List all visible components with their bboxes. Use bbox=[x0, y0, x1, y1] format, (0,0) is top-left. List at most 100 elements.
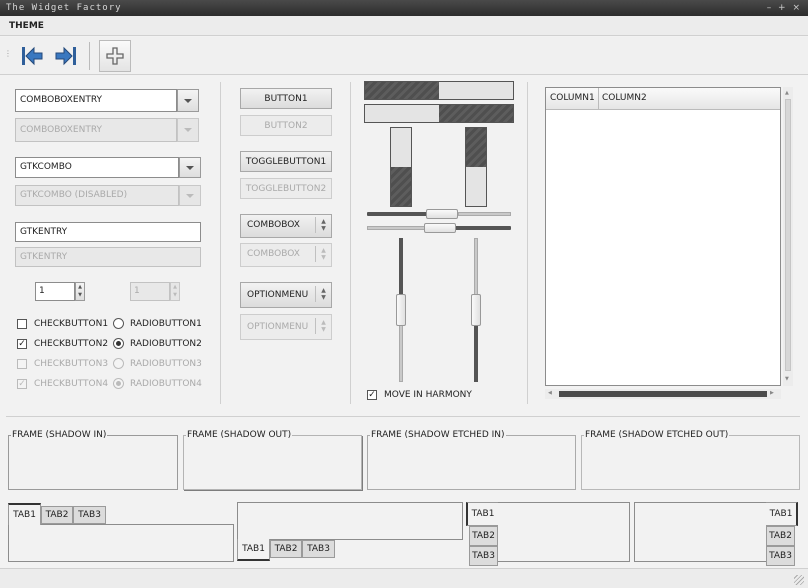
checkbutton3-box bbox=[17, 359, 27, 369]
frame-shadow-out-label: FRAME (SHADOW OUT) bbox=[186, 430, 293, 441]
combobox-label: COMBOBOX bbox=[247, 220, 300, 230]
toolbar-grip[interactable]: ⋮ bbox=[4, 50, 12, 60]
frame-shadow-etched-in-label: FRAME (SHADOW ETCHED IN) bbox=[370, 430, 506, 441]
menu-theme[interactable]: THEME bbox=[9, 20, 44, 32]
frame-shadow-in: FRAME (SHADOW IN) bbox=[8, 430, 178, 490]
toolbar-separator bbox=[89, 42, 90, 70]
chevron-down-icon bbox=[186, 165, 194, 170]
optionmenu[interactable]: OPTIONMENU ▲ ▼ bbox=[240, 282, 332, 308]
notebook-left-tab2[interactable]: TAB2 bbox=[469, 526, 498, 546]
checkbutton3-label: CHECKBUTTON3 bbox=[34, 359, 109, 369]
move-in-harmony-checkbox[interactable]: ✓ bbox=[367, 390, 377, 400]
radiobutton3 bbox=[113, 358, 124, 369]
vscale2-track bbox=[474, 238, 478, 295]
tree-vertical-scrollbar[interactable]: ▲ ▼ bbox=[783, 87, 793, 386]
progress-bar-horizontal-2 bbox=[364, 104, 514, 123]
statusbar bbox=[0, 568, 808, 588]
spin-disabled-input: 1 bbox=[130, 282, 170, 301]
notebook-left-tab3[interactable]: TAB3 bbox=[469, 546, 498, 566]
notebook-bottom bbox=[237, 502, 463, 540]
comboboxentry-disabled-dropdown bbox=[177, 118, 199, 142]
move-in-harmony-label[interactable]: MOVE IN HARMONY bbox=[384, 389, 472, 401]
progress-bar-horizontal-1 bbox=[364, 81, 514, 100]
radio-selected-dot bbox=[116, 341, 121, 346]
optionmenu-disabled-label: OPTIONMENU bbox=[247, 322, 309, 332]
gtkentry-disabled-input: GTKENTRY bbox=[15, 247, 201, 267]
frame-shadow-etched-out: FRAME (SHADOW ETCHED OUT) bbox=[581, 430, 800, 490]
button1[interactable]: BUTTON1 bbox=[240, 88, 332, 109]
scroll-left-icon[interactable]: ◀ bbox=[548, 390, 552, 396]
notebook-top-tab2[interactable]: TAB2 bbox=[41, 506, 73, 524]
checkbutton1-label[interactable]: CHECKBUTTON1 bbox=[34, 318, 108, 330]
notebook-left-tab1[interactable]: TAB1 bbox=[466, 502, 498, 526]
notebook-top-tab1[interactable]: TAB1 bbox=[8, 503, 41, 525]
column2-header[interactable]: COLUMN2 bbox=[599, 88, 659, 109]
hscale1-track bbox=[458, 212, 511, 216]
comboboxentry-disabled-input: COMBOBOXENTRY bbox=[15, 118, 177, 142]
chevron-down-icon bbox=[184, 98, 192, 103]
gtkcombo-input[interactable]: GTKCOMBO bbox=[15, 157, 179, 178]
chevron-down-icon bbox=[186, 193, 194, 198]
combobox-disabled: COMBOBOX ▲ ▼ bbox=[240, 243, 332, 267]
updown-arrows-icon: ▲ ▼ bbox=[315, 318, 331, 334]
scrollbar-trough[interactable] bbox=[785, 99, 791, 371]
spin-stepper[interactable]: ▲ ▼ bbox=[75, 282, 85, 301]
comboboxentry-input[interactable]: COMBOBOXENTRY bbox=[15, 89, 177, 112]
gtkcombo-disabled-dropdown bbox=[179, 185, 201, 206]
go-first-button[interactable] bbox=[18, 42, 46, 70]
notebook-right-tab3[interactable]: TAB3 bbox=[766, 546, 795, 566]
tree-horizontal-scrollbar[interactable]: ◀ ▶ bbox=[545, 389, 781, 399]
progress-fill bbox=[466, 128, 486, 167]
scroll-up-icon[interactable]: ▲ bbox=[785, 90, 789, 96]
add-button[interactable] bbox=[99, 40, 131, 72]
notebook-bottom-tab1[interactable]: TAB1 bbox=[237, 539, 270, 561]
gtkcombo-disabled-input: GTKCOMBO (DISABLED) bbox=[15, 185, 179, 206]
notebook-top-tab3[interactable]: TAB3 bbox=[73, 506, 106, 524]
notebook-right-tab2[interactable]: TAB2 bbox=[766, 526, 795, 546]
vscale2-thumb[interactable] bbox=[471, 294, 481, 326]
notebook-bottom-tab3[interactable]: TAB3 bbox=[302, 540, 335, 558]
hscale1-track-filled bbox=[367, 212, 429, 216]
gtkcombo-dropdown-button[interactable] bbox=[179, 157, 201, 178]
notebook-bottom-tab2[interactable]: TAB2 bbox=[270, 540, 302, 558]
notebook-right-tab1[interactable]: TAB1 bbox=[766, 502, 798, 526]
radio-selected-dot bbox=[116, 381, 121, 386]
progress-bar-vertical-1 bbox=[390, 127, 412, 207]
checkbutton2-box[interactable]: ✓ bbox=[17, 339, 27, 349]
radiobutton2-label[interactable]: RADIOBUTTON2 bbox=[130, 338, 202, 350]
frame-shadow-out: FRAME (SHADOW OUT) bbox=[183, 430, 362, 490]
spin-input[interactable]: 1 bbox=[35, 282, 75, 301]
combobox[interactable]: COMBOBOX ▲ ▼ bbox=[240, 214, 332, 238]
togglebutton1[interactable]: TOGGLEBUTTON1 bbox=[240, 151, 332, 172]
resize-grip-icon[interactable] bbox=[794, 575, 804, 585]
checkbutton4-label: CHECKBUTTON4 bbox=[34, 379, 109, 389]
button2: BUTTON2 bbox=[240, 115, 332, 136]
vscale2-track-filled bbox=[474, 325, 478, 382]
hscale2-thumb[interactable] bbox=[424, 223, 456, 233]
chevron-down-icon bbox=[184, 128, 192, 132]
checkbutton2-label[interactable]: CHECKBUTTON2 bbox=[34, 338, 108, 350]
window-controls[interactable]: – + × bbox=[767, 0, 802, 16]
comboboxentry-dropdown-button[interactable] bbox=[177, 89, 199, 112]
go-last-button[interactable] bbox=[52, 42, 80, 70]
scrollbar-thumb[interactable] bbox=[559, 391, 767, 397]
gtkentry-input[interactable]: GTKENTRY bbox=[15, 222, 201, 242]
go-first-icon bbox=[22, 46, 43, 66]
optionmenu-disabled: OPTIONMENU ▲ ▼ bbox=[240, 314, 332, 340]
hscale1-thumb[interactable] bbox=[426, 209, 458, 219]
progress-fill bbox=[391, 167, 411, 206]
vscale1-thumb[interactable] bbox=[396, 294, 406, 326]
progress-bar-vertical-2 bbox=[465, 127, 487, 207]
radiobutton1-label[interactable]: RADIOBUTTON1 bbox=[130, 318, 202, 330]
checkbutton1-box[interactable] bbox=[17, 319, 27, 329]
radiobutton2[interactable] bbox=[113, 338, 124, 349]
column-separator bbox=[527, 82, 528, 404]
tree-view[interactable]: COLUMN1 COLUMN2 bbox=[545, 87, 781, 386]
radiobutton1[interactable] bbox=[113, 318, 124, 329]
go-last-icon bbox=[55, 46, 76, 66]
radiobutton4-label: RADIOBUTTON4 bbox=[130, 379, 202, 389]
scroll-right-icon[interactable]: ▶ bbox=[770, 390, 774, 396]
column1-header[interactable]: COLUMN1 bbox=[547, 88, 599, 109]
radiobutton4 bbox=[113, 378, 124, 389]
scroll-down-icon[interactable]: ▼ bbox=[785, 376, 789, 382]
